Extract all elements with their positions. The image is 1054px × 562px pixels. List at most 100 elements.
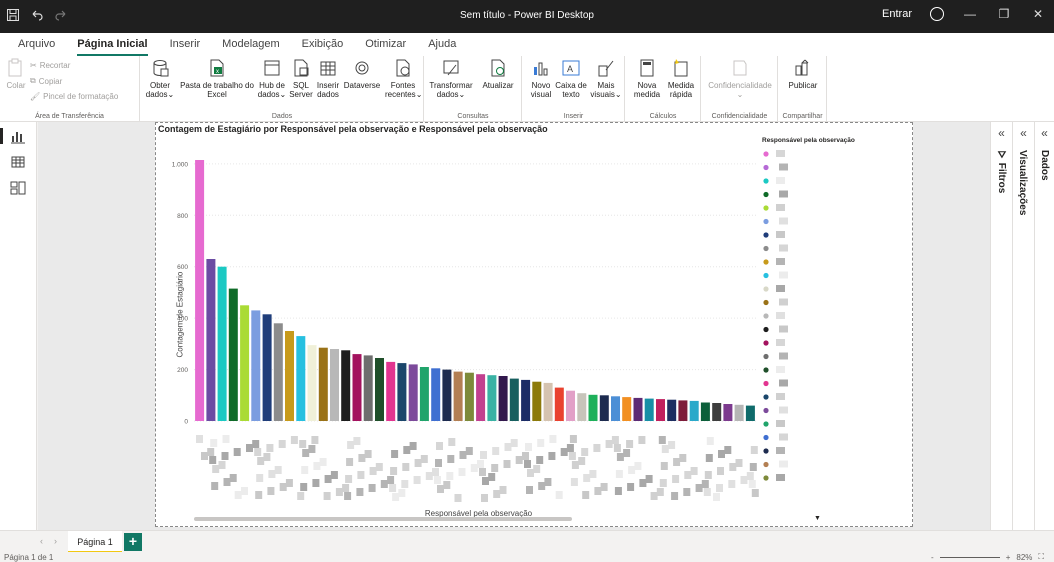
legend-marker[interactable]: [763, 259, 769, 265]
legend-marker[interactable]: [763, 394, 769, 400]
chart-bar[interactable]: [318, 347, 328, 421]
chart-bar[interactable]: [273, 323, 283, 421]
legend-marker[interactable]: [763, 178, 769, 184]
legend-marker[interactable]: [763, 205, 769, 211]
zoom-out-icon[interactable]: -: [931, 553, 934, 562]
next-page-icon[interactable]: ›: [54, 536, 57, 546]
paste-button[interactable]: Colar: [4, 58, 28, 90]
minimize-icon[interactable]: —: [962, 7, 978, 21]
chart-bar[interactable]: [307, 345, 317, 421]
recent-sources-button[interactable]: Fontes recentes⌄: [385, 58, 422, 99]
chart-bar[interactable]: [700, 402, 710, 422]
legend-marker[interactable]: [763, 299, 769, 306]
text-box-button[interactable]: A Caixa de texto: [555, 58, 587, 99]
add-page-button[interactable]: +: [124, 533, 142, 551]
get-data-button[interactable]: Obter dados⌄: [145, 58, 175, 99]
legend-marker[interactable]: [763, 434, 769, 441]
new-measure-button[interactable]: Nova medida: [630, 58, 664, 99]
chart-bar[interactable]: [723, 404, 733, 421]
chart-bar[interactable]: [206, 259, 216, 421]
legend-marker[interactable]: [763, 353, 769, 360]
chart-bar[interactable]: [431, 368, 441, 421]
legend-marker[interactable]: [763, 245, 769, 252]
chart-bar[interactable]: [397, 363, 407, 421]
chart-bar[interactable]: [487, 375, 497, 421]
legend-marker[interactable]: [763, 367, 769, 373]
enter-data-button[interactable]: Inserir dados: [314, 58, 342, 99]
legend-marker[interactable]: [763, 313, 769, 319]
legend-marker[interactable]: [763, 421, 769, 427]
chart-bar[interactable]: [419, 367, 429, 421]
chart-bar[interactable]: [341, 350, 351, 421]
chart-bar[interactable]: [712, 403, 722, 421]
table-view-icon[interactable]: [10, 154, 26, 170]
chart-bar[interactable]: [588, 394, 598, 421]
legend-marker[interactable]: [763, 326, 769, 333]
chart-bar[interactable]: [577, 393, 587, 421]
legend-marker[interactable]: [763, 475, 769, 481]
chart-bar[interactable]: [262, 314, 272, 421]
tab-arquivo[interactable]: Arquivo: [18, 33, 55, 56]
close-icon[interactable]: ✕: [1030, 7, 1046, 21]
cut-button[interactable]: ✂ Recortar: [30, 61, 70, 70]
collapse-filters-icon[interactable]: «: [991, 126, 1012, 140]
chart-bar[interactable]: [408, 364, 418, 421]
data-pane[interactable]: « Dados: [1034, 122, 1054, 530]
page-tab[interactable]: Página 1: [68, 531, 122, 553]
model-view-icon[interactable]: [10, 180, 26, 196]
quick-measure-button[interactable]: Medida rápida: [664, 58, 698, 99]
chart-bar[interactable]: [745, 405, 755, 421]
chart-bar[interactable]: [442, 369, 452, 421]
visualizations-pane[interactable]: « Visualizações: [1012, 122, 1034, 530]
sql-server-button[interactable]: SQL Server: [288, 58, 314, 99]
chart-bar[interactable]: [240, 305, 250, 421]
zoom-in-icon[interactable]: +: [1006, 553, 1011, 562]
chart-bar[interactable]: [251, 310, 261, 421]
chart-bar[interactable]: [352, 354, 362, 421]
zoom-slider[interactable]: [939, 556, 1000, 558]
tab-modelagem[interactable]: Modelagem: [222, 33, 279, 56]
legend-marker[interactable]: [763, 340, 769, 346]
new-visual-button[interactable]: Novo visual: [527, 58, 555, 99]
user-avatar-icon[interactable]: [930, 7, 944, 21]
chart-bar[interactable]: [228, 288, 238, 421]
chart-bar[interactable]: [667, 399, 677, 421]
legend-marker[interactable]: [763, 448, 769, 454]
dataverse-button[interactable]: Dataverse: [342, 58, 382, 90]
transform-data-button[interactable]: Transformar dados⌄: [427, 58, 475, 99]
chart-bar[interactable]: [644, 398, 654, 421]
signin-link[interactable]: Entrar: [882, 8, 912, 20]
chart-bar[interactable]: [509, 378, 519, 421]
chart-bar[interactable]: [330, 349, 339, 421]
chart-bar[interactable]: [217, 266, 227, 421]
legend-marker[interactable]: [763, 218, 769, 225]
legend-scroll-down-icon[interactable]: ▼: [814, 515, 821, 522]
legend-marker[interactable]: [763, 380, 769, 387]
report-view-icon[interactable]: [0, 128, 26, 144]
copy-button[interactable]: ⧉ Copiar: [30, 76, 62, 86]
data-hub-button[interactable]: Hub de dados⌄: [257, 58, 287, 99]
tab-exibicao[interactable]: Exibição: [302, 33, 344, 56]
chart-bar[interactable]: [554, 387, 564, 421]
prev-page-icon[interactable]: ‹: [40, 536, 43, 546]
legend-marker[interactable]: [763, 407, 769, 414]
legend-marker[interactable]: [763, 272, 769, 279]
tab-pagina-inicial[interactable]: Página Inicial: [77, 33, 148, 56]
chart-bar[interactable]: [599, 395, 609, 421]
chart-bar[interactable]: [375, 358, 384, 421]
chart-bar[interactable]: [543, 382, 553, 421]
chart-bar[interactable]: [195, 160, 205, 421]
chart-bar[interactable]: [678, 400, 688, 421]
chart-bar[interactable]: [622, 397, 632, 421]
legend-marker[interactable]: [763, 151, 769, 157]
filters-pane[interactable]: « ⛛ Filtros: [990, 122, 1012, 530]
chart-bar[interactable]: [689, 400, 699, 421]
chart-bar[interactable]: [476, 374, 486, 421]
chart-bar[interactable]: [386, 361, 396, 421]
restore-icon[interactable]: ❐: [996, 7, 1012, 21]
chart-bar[interactable]: [532, 381, 542, 421]
chart-bar[interactable]: [566, 390, 575, 421]
bar-chart[interactable]: 0 200 400 600 800 1.000: [156, 123, 912, 526]
chart-bar[interactable]: [453, 371, 463, 421]
horizontal-scrollbar[interactable]: [194, 517, 572, 521]
